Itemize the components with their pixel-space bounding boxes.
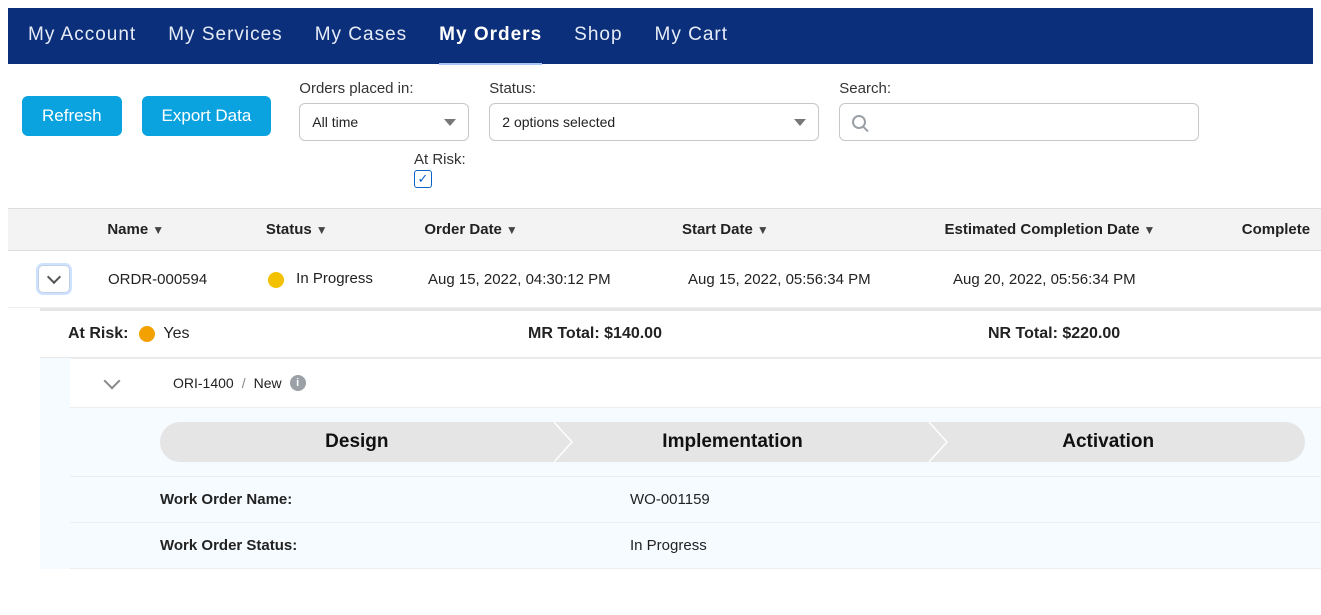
search-label: Search: xyxy=(839,80,1199,97)
table-row: ORDR-000594 In Progress Aug 15, 2022, 04… xyxy=(8,251,1321,308)
chevron-down-icon xyxy=(794,119,806,126)
search-input[interactable] xyxy=(872,114,1186,131)
nav-my-cart[interactable]: My Cart xyxy=(655,24,729,49)
nav-shop[interactable]: Shop xyxy=(574,24,622,49)
expand-row-button[interactable] xyxy=(38,265,70,293)
status-filter-value: 2 options selected xyxy=(502,114,615,130)
sort-icon: ▼ xyxy=(316,223,328,237)
table-header: Name▼ Status▼ Order Date▼ Start Date▼ Es… xyxy=(8,208,1321,251)
summary-nr-label: NR Total: xyxy=(988,325,1062,342)
export-button[interactable]: Export Data xyxy=(142,96,272,136)
work-order-name-value: WO-001159 xyxy=(630,491,710,508)
cell-start-date: Aug 15, 2022, 05:56:34 PM xyxy=(688,271,953,288)
stage-progress: Design Implementation Activation xyxy=(70,408,1321,477)
status-filter-select[interactable]: 2 options selected xyxy=(489,103,819,141)
atrisk-checkbox[interactable]: ✓ xyxy=(414,170,432,188)
nav-my-orders[interactable]: My Orders xyxy=(439,24,542,49)
nav-my-account[interactable]: My Account xyxy=(28,24,136,49)
summary-mr-label: MR Total: xyxy=(528,325,604,342)
status-filter-label: Status: xyxy=(489,80,819,97)
info-icon[interactable]: i xyxy=(290,375,306,391)
chevron-down-icon xyxy=(47,270,61,284)
sort-icon: ▼ xyxy=(1144,223,1156,237)
order-item-status: New xyxy=(254,375,282,391)
summary-atrisk-value: Yes xyxy=(163,325,189,342)
orders-table: Name▼ Status▼ Order Date▼ Start Date▼ Es… xyxy=(8,208,1321,569)
work-order-status-row: Work Order Status: In Progress xyxy=(70,523,1321,569)
summary-atrisk-label: At Risk: xyxy=(68,325,128,342)
filter-bar: Refresh Export Data Orders placed in: Al… xyxy=(0,64,1321,145)
col-start-date[interactable]: Start Date▼ xyxy=(682,221,945,238)
sort-icon: ▼ xyxy=(152,223,164,237)
search-input-wrap[interactable] xyxy=(839,103,1199,141)
col-status[interactable]: Status▼ xyxy=(266,221,425,238)
summary-nr-value: $220.00 xyxy=(1062,325,1120,342)
chevron-down-icon xyxy=(444,119,456,126)
stage-implementation[interactable]: Implementation xyxy=(536,422,930,462)
top-nav: My Account My Services My Cases My Order… xyxy=(8,8,1313,64)
nav-my-services[interactable]: My Services xyxy=(168,24,282,49)
status-dot-icon xyxy=(139,326,155,342)
col-name[interactable]: Name▼ xyxy=(107,221,266,238)
stage-activation[interactable]: Activation xyxy=(911,422,1305,462)
orders-placed-select[interactable]: All time xyxy=(299,103,469,141)
col-estimated-completion[interactable]: Estimated Completion Date▼ xyxy=(945,221,1242,238)
cell-order-date: Aug 15, 2022, 04:30:12 PM xyxy=(428,271,688,288)
work-order-name-label: Work Order Name: xyxy=(160,491,630,508)
expanded-panel: At Risk: Yes MR Total: $140.00 NR Total:… xyxy=(40,308,1321,569)
summary-bar: At Risk: Yes MR Total: $140.00 NR Total:… xyxy=(40,309,1321,358)
separator: / xyxy=(242,375,246,391)
cell-status: In Progress xyxy=(268,270,428,287)
refresh-button[interactable]: Refresh xyxy=(22,96,122,136)
work-order-status-value: In Progress xyxy=(630,537,707,554)
stage-design[interactable]: Design xyxy=(160,422,554,462)
nav-my-cases[interactable]: My Cases xyxy=(315,24,407,49)
summary-mr-value: $140.00 xyxy=(604,325,662,342)
sort-icon: ▼ xyxy=(757,223,769,237)
cell-ecd: Aug 20, 2022, 05:56:34 PM xyxy=(953,271,1253,288)
orders-placed-value: All time xyxy=(312,114,358,130)
work-order-status-label: Work Order Status: xyxy=(160,537,630,554)
search-icon xyxy=(852,115,866,129)
sort-icon: ▼ xyxy=(506,223,518,237)
col-order-date[interactable]: Order Date▼ xyxy=(424,221,682,238)
cell-name: ORDR-000594 xyxy=(108,271,268,288)
order-item-row: ORI-1400 / New i xyxy=(70,358,1321,408)
col-complete[interactable]: Complete xyxy=(1242,221,1321,238)
status-dot-icon xyxy=(268,272,284,288)
expand-item-button[interactable] xyxy=(104,372,121,389)
work-order-name-row: Work Order Name: WO-001159 xyxy=(70,477,1321,523)
orders-placed-label: Orders placed in: xyxy=(299,80,469,97)
order-item-id: ORI-1400 xyxy=(173,375,234,391)
atrisk-filter-label: At Risk: xyxy=(414,151,1299,168)
